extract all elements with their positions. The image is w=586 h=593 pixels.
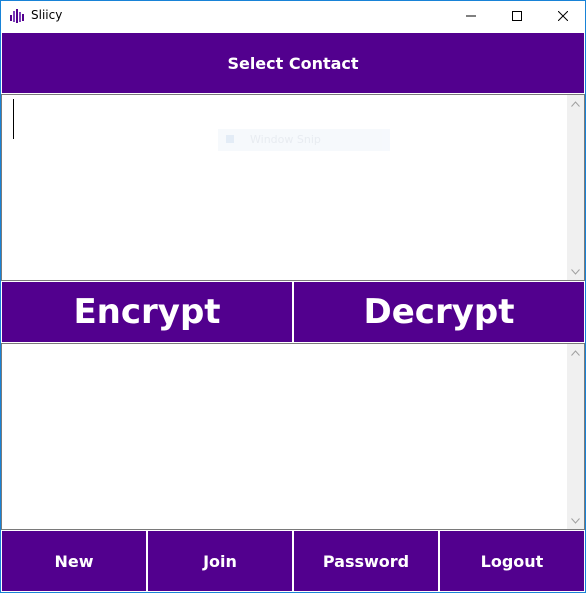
input-scrollbar[interactable] (567, 95, 584, 280)
select-contact-button[interactable]: Select Contact (1, 32, 585, 94)
scroll-down-arrow[interactable] (567, 263, 584, 280)
close-button[interactable] (540, 1, 586, 31)
encrypt-button[interactable]: Encrypt (1, 281, 293, 343)
app-window: Sliicy Select Contact Window Snip Encryp… (0, 0, 586, 593)
logout-button[interactable]: Logout (439, 530, 585, 592)
chevron-up-icon (571, 349, 580, 356)
message-input-textarea[interactable]: Window Snip (1, 94, 585, 281)
chevron-down-icon (571, 517, 580, 524)
new-button[interactable]: New (1, 530, 147, 592)
title-bar: Sliicy (1, 1, 585, 31)
chevron-up-icon (571, 100, 580, 107)
message-output-textarea[interactable] (1, 343, 585, 530)
decrypt-button[interactable]: Decrypt (293, 281, 585, 343)
join-button[interactable]: Join (147, 530, 293, 592)
maximize-button[interactable] (494, 1, 540, 31)
close-icon (558, 11, 568, 21)
minimize-icon (466, 15, 476, 17)
snip-icon (226, 135, 234, 143)
window-title: Sliicy (31, 8, 63, 22)
window-snip-ghost-overlay: Window Snip (218, 129, 390, 151)
minimize-button[interactable] (448, 1, 494, 31)
password-button[interactable]: Password (293, 530, 439, 592)
ghost-overlay-text: Window Snip (250, 133, 321, 146)
maximize-icon (512, 11, 522, 21)
scroll-down-arrow[interactable] (567, 512, 584, 529)
scroll-up-arrow[interactable] (567, 344, 584, 361)
scroll-up-arrow[interactable] (567, 95, 584, 112)
output-scrollbar[interactable] (567, 344, 584, 529)
sliicy-app-icon (9, 8, 25, 24)
chevron-down-icon (571, 268, 580, 275)
text-caret (13, 99, 14, 139)
